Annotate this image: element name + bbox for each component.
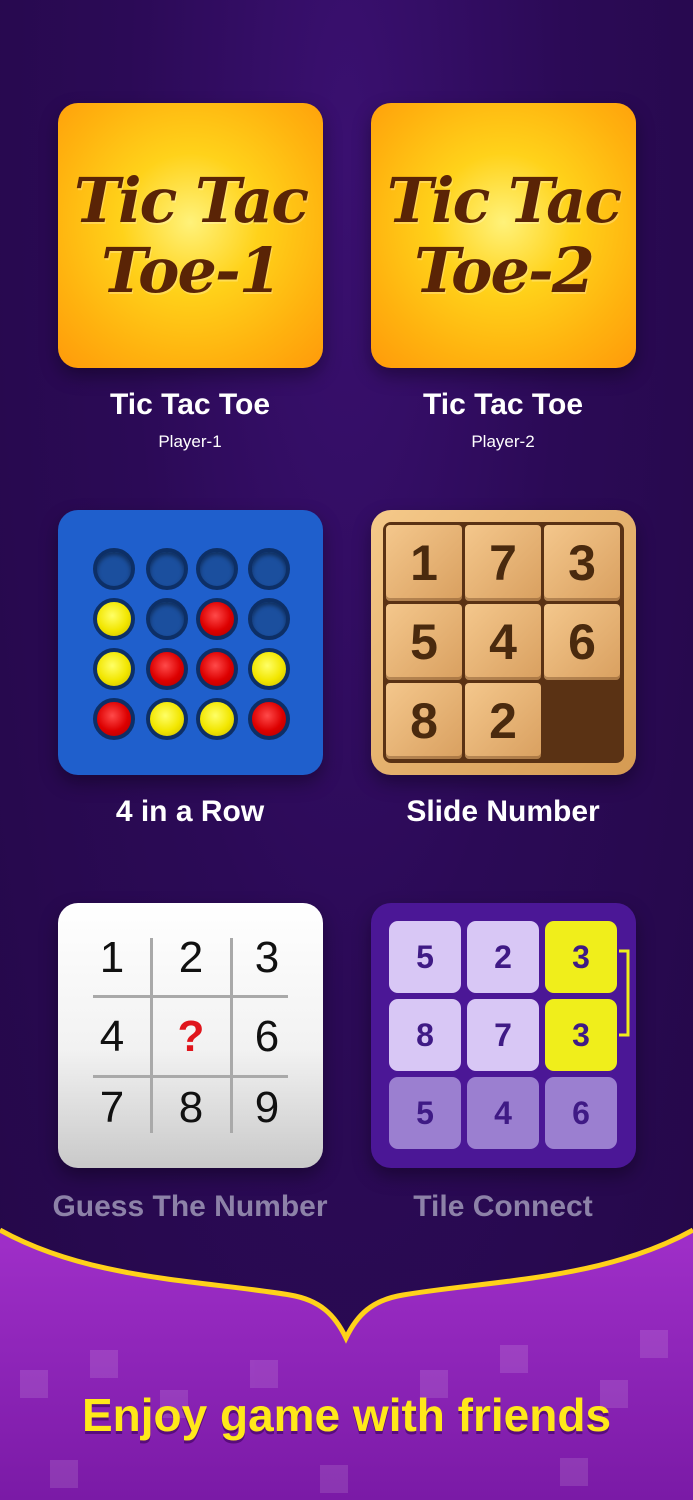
number-cell: 9 [254,1083,280,1132]
bottom-banner [0,1227,693,1500]
disc-empty [248,548,290,590]
number-tile: 2 [467,921,539,993]
disc-empty [248,598,290,640]
number-tile: 4 [465,604,541,680]
disc-red [248,698,290,740]
disc-red [93,698,135,740]
connected-tile: 3 [545,921,617,993]
game-art-line: Tic Tac [73,163,309,237]
disc-yellow [93,648,135,690]
number-tile: 5 [389,1077,461,1149]
number-cell: 7 [99,1083,125,1132]
tic-tac-toe-1-game-icon[interactable]: Tic Tac Toe-1 [58,103,323,368]
game-title-tic-tac-toe-1[interactable]: Tic Tac Toe [30,388,350,422]
number-cell: 3 [254,933,280,982]
disc-empty [146,598,188,640]
number-tile: 6 [545,1077,617,1149]
number-cell: 2 [178,933,204,982]
disc-empty [196,548,238,590]
game-title-tic-tac-toe-2[interactable]: Tic Tac Toe [343,388,663,422]
game-title-slide-number[interactable]: Slide Number [343,795,663,829]
number-tile: 7 [465,525,541,601]
number-cell: 8 [178,1083,204,1132]
disc-red [146,648,188,690]
disc-yellow [93,598,135,640]
tic-tac-toe-2-game-icon[interactable]: Tic Tac Toe-2 [371,103,636,368]
number-cell: 1 [99,933,125,982]
disc-red [196,648,238,690]
number-tile: 5 [386,604,462,680]
game-subtitle-player-2: Player-2 [471,432,535,451]
grid-line [93,995,288,998]
number-tile: 1 [386,525,462,601]
number-tile: 4 [467,1077,539,1149]
number-cell: 4 [99,1012,125,1061]
number-tile: 6 [544,604,620,680]
slide-number-board: 173 546 82 [383,522,624,763]
number-cell: 6 [254,1012,280,1061]
number-tile: 3 [544,525,620,601]
disc-empty [146,548,188,590]
number-tile: 8 [389,999,461,1071]
question-mark-icon: ? [177,1012,205,1061]
guess-the-number-game-icon[interactable]: 1 2 3 4? 6 7 8 9 [58,903,323,1168]
disc-yellow [146,698,188,740]
number-tile: 7 [467,999,539,1071]
game-art-line: Toe-1 [101,233,282,307]
game-subtitle-player-1: Player-1 [158,432,222,451]
tile-connect-game-icon[interactable]: 523873546 [371,903,636,1168]
disc-red [196,598,238,640]
slide-number-game-icon[interactable]: 173 546 82 [371,510,636,775]
four-in-a-row-game-icon[interactable] [58,510,323,775]
number-tile: 8 [386,683,462,759]
disc-yellow [196,698,238,740]
game-title-four-in-a-row[interactable]: 4 in a Row [30,795,350,829]
game-title-tile-connect[interactable]: Tile Connect [343,1190,663,1224]
connected-tile: 3 [545,999,617,1071]
number-tile: 2 [465,683,541,759]
game-art-line: Toe-2 [414,233,595,307]
number-tile: 5 [389,921,461,993]
game-art-line: Tic Tac [386,163,622,237]
disc-yellow [248,648,290,690]
disc-empty [93,548,135,590]
game-title-guess-the-number[interactable]: Guess The Number [30,1190,350,1224]
promo-text: Enjoy game with friends [81,1389,612,1441]
